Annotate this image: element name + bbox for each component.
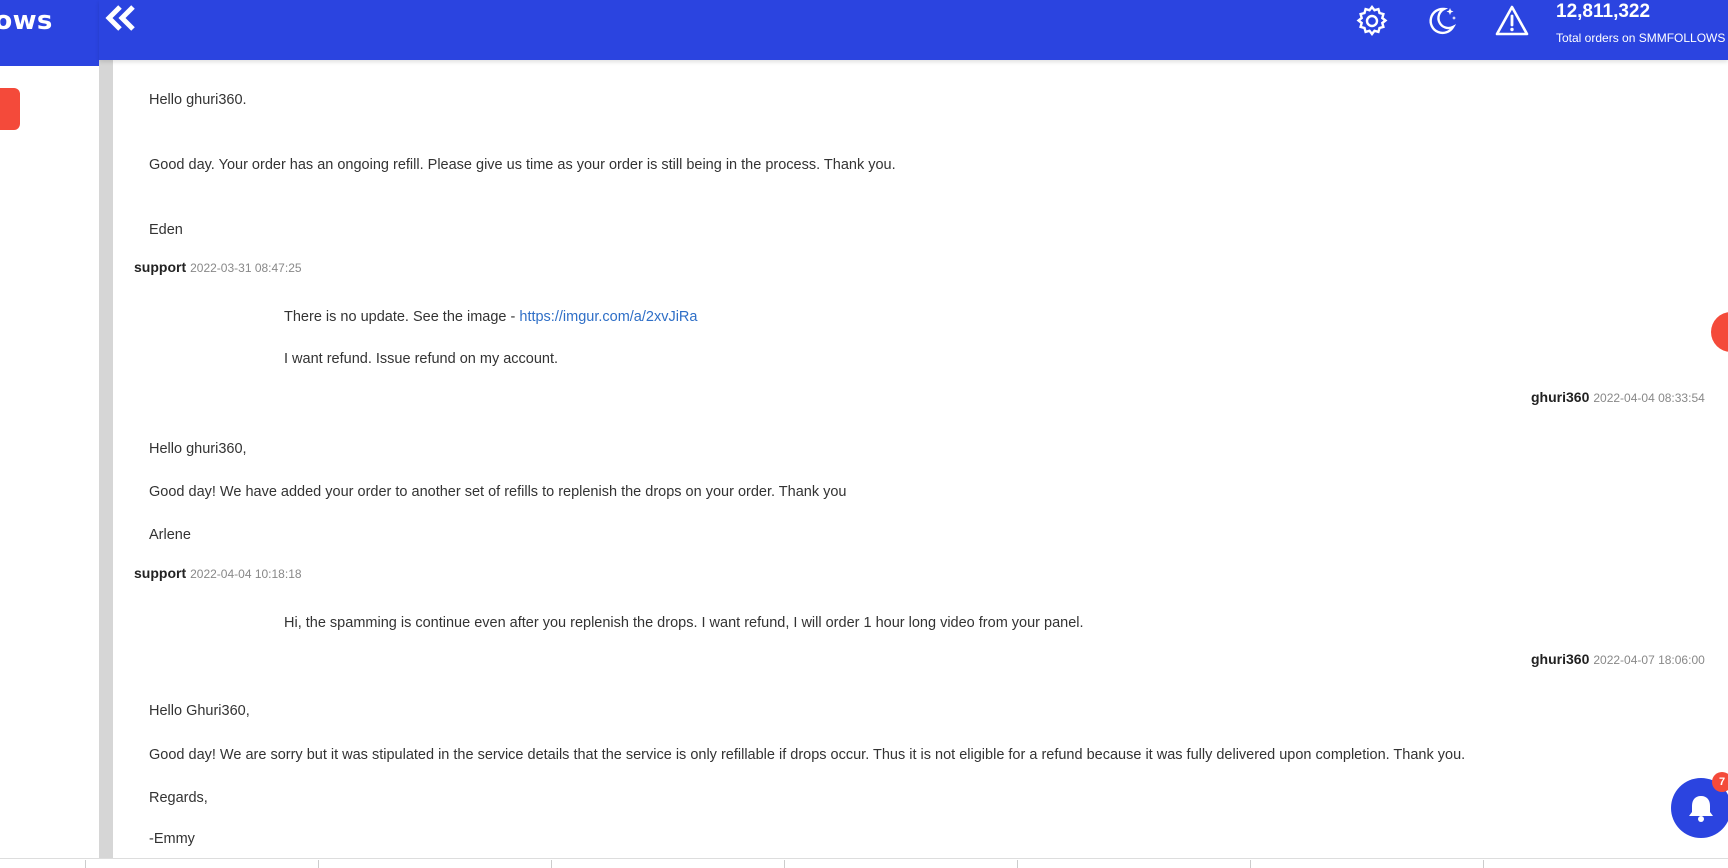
message-author: ghuri360 <box>1531 651 1590 667</box>
message-text: Hello ghuri360. <box>149 92 247 108</box>
top-header <box>99 0 1728 60</box>
message-time: 2022-04-04 08:33:54 <box>1593 391 1705 405</box>
message-text: -Emmy <box>149 831 195 847</box>
message-meta: support 2022-04-04 10:18:18 <box>134 565 302 581</box>
message-time: 2022-03-31 08:47:25 <box>190 261 302 275</box>
message-text: Hello Ghuri360, <box>149 703 250 719</box>
total-orders-count: 12,811,322 <box>1556 1 1651 22</box>
chevrons-left-icon[interactable] <box>104 4 138 32</box>
brand-name: llows <box>0 6 53 36</box>
footer-tick <box>1250 860 1251 868</box>
footer-divider <box>0 858 1728 859</box>
image-link[interactable]: https://imgur.com/a/2xvJiRa <box>519 309 697 325</box>
message-text: Regards, <box>149 790 208 806</box>
message-text: Good day! We are sorry but it was stipul… <box>149 747 1466 763</box>
message-meta: support 2022-03-31 08:47:25 <box>134 259 302 275</box>
warning-icon[interactable] <box>1495 4 1529 38</box>
new-order-button[interactable] <box>0 88 20 130</box>
message-author: support <box>134 259 187 275</box>
footer-tick <box>85 860 86 868</box>
message-text: Hi, the spamming is continue even after … <box>284 615 1084 631</box>
footer-tick <box>784 860 785 868</box>
sidebar: llows r er s els <box>0 0 99 858</box>
message-text: I want refund. Issue refund on my accoun… <box>284 351 559 367</box>
message-text: Good day! We have added your order to an… <box>149 484 847 500</box>
message-meta: ghuri360 2022-04-04 08:33:54 <box>1531 389 1705 405</box>
message-text: Arlene <box>149 527 191 543</box>
message-author: support <box>134 565 187 581</box>
sidebar-scroll-edge <box>99 60 113 858</box>
message-time: 2022-04-04 10:18:18 <box>190 567 302 581</box>
message-text: Hello ghuri360, <box>149 441 247 457</box>
ticket-conversation: Hello ghuri360. Good day. Your order has… <box>113 60 1728 858</box>
notifications-badge: 7 <box>1712 772 1728 792</box>
brand-logo[interactable]: llows <box>0 0 99 66</box>
moon-stars-icon[interactable] <box>1424 4 1458 38</box>
gear-icon[interactable] <box>1355 4 1389 38</box>
message-meta: ghuri360 2022-04-07 18:06:00 <box>1531 651 1705 667</box>
message-author: ghuri360 <box>1531 389 1590 405</box>
message-text: Good day. Your order has an ongoing refi… <box>149 157 896 173</box>
footer-tick <box>551 860 552 868</box>
message-text-part: There is no update. See the image - <box>284 309 520 325</box>
total-orders-label: Total orders on SMMFOLLOWS <box>1556 31 1726 45</box>
footer-tick <box>318 860 319 868</box>
message-text: There is no update. See the image - http… <box>284 309 697 325</box>
message-time: 2022-04-07 18:06:00 <box>1593 653 1705 667</box>
footer-tick <box>1483 860 1484 868</box>
footer-tick <box>1017 860 1018 868</box>
message-text: Eden <box>149 222 183 238</box>
